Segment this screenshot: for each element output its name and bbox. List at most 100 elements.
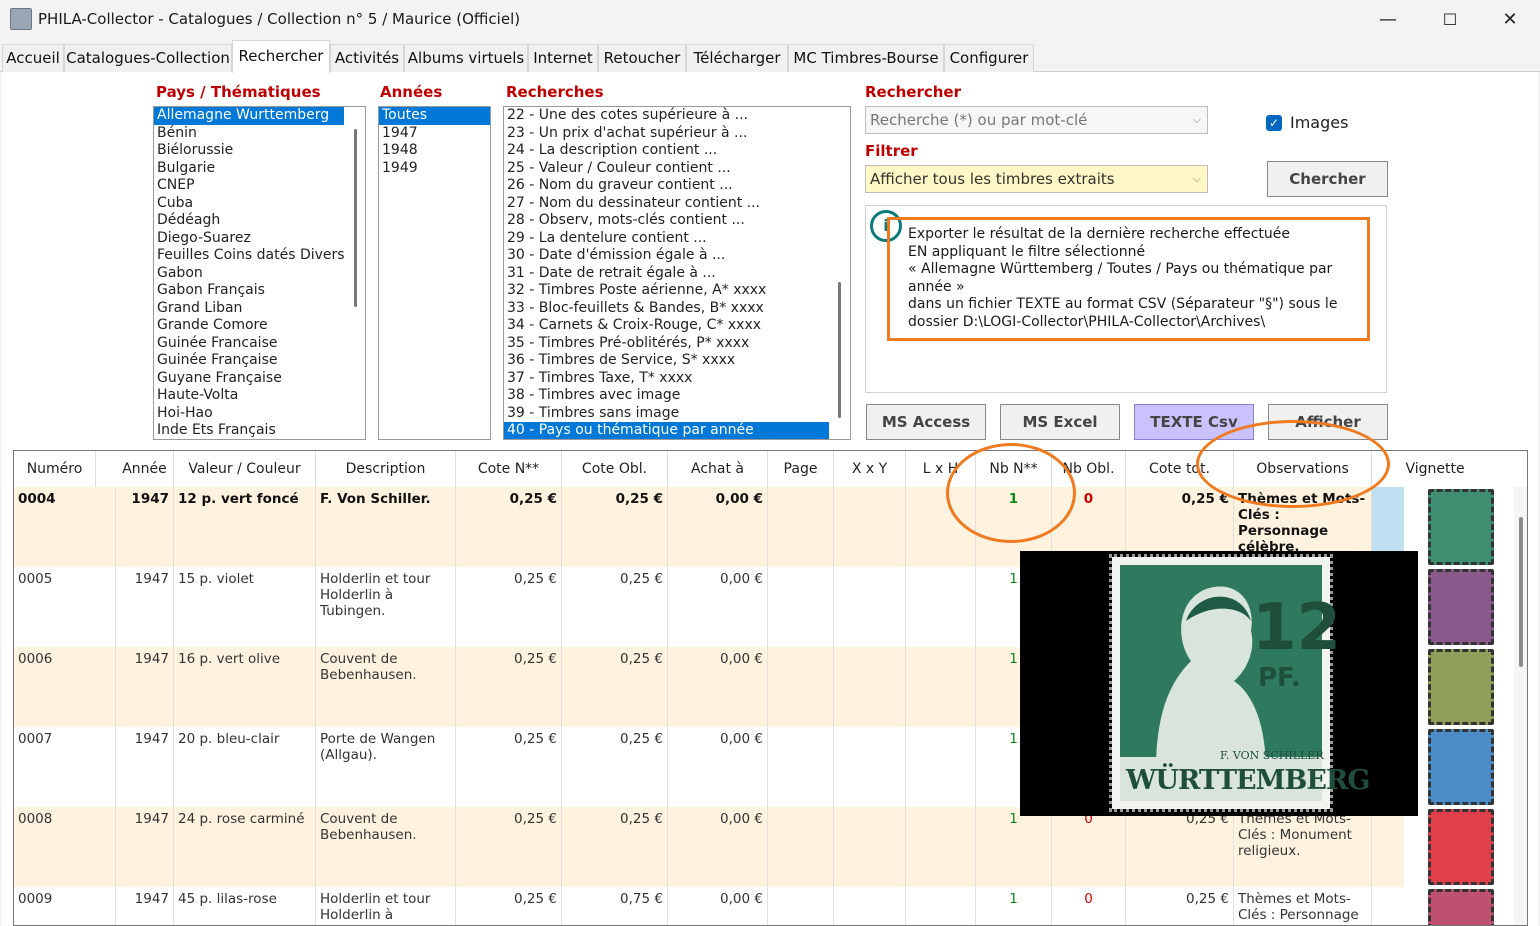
ms-excel-button[interactable]: MS Excel [1000, 404, 1120, 440]
search-input[interactable]: Recherche (*) ou par mot-clé ⌵ [865, 106, 1208, 134]
tab-retoucher[interactable]: Retoucher [598, 44, 686, 72]
list-item[interactable]: 35 - Timbres Pré-oblitérés, P* xxxx [504, 335, 850, 353]
list-item[interactable]: Gabon [154, 265, 365, 283]
col-header-valeur[interactable]: Valeur / Couleur [174, 451, 316, 487]
tab-albums[interactable]: Albums virtuels [404, 44, 528, 72]
list-item[interactable]: Guyane Française [154, 370, 365, 388]
list-item[interactable]: Guinée Francaise [154, 335, 365, 353]
grid-scrollbar-thumb[interactable] [1519, 517, 1523, 667]
col-header-description[interactable]: Description [316, 451, 456, 487]
pays-listbox[interactable]: Allemagne Wurttemberg Bénin Biélorussie … [153, 106, 366, 440]
list-item[interactable]: Guinée Française [154, 352, 365, 370]
list-item[interactable]: 1947 [379, 125, 490, 143]
col-header-vignette[interactable]: Vignette [1372, 451, 1498, 487]
col-header-cote-n[interactable]: Cote N** [456, 451, 562, 487]
cell-cote-obl: 0,25 € [562, 807, 668, 887]
stamp-thumbnail[interactable] [1428, 649, 1494, 725]
list-item[interactable]: 25 - Valeur / Couleur contient ... [504, 160, 850, 178]
minimize-button[interactable]: — [1368, 4, 1408, 36]
list-item[interactable]: 24 - La description contient ... [504, 142, 850, 160]
list-item[interactable]: 22 - Une des cotes supérieure à ... [504, 107, 850, 125]
maximize-button[interactable]: ☐ [1430, 4, 1470, 36]
list-item[interactable]: 29 - La dentelure contient ... [504, 230, 850, 248]
filter-select[interactable]: Afficher tous les timbres extraits ⌵ [865, 165, 1208, 193]
list-item[interactable]: 38 - Timbres avec image [504, 387, 850, 405]
col-header-numero[interactable]: Numéro [14, 451, 96, 487]
highlight-ellipse-observations [1196, 420, 1390, 508]
list-item[interactable]: 23 - Un prix d'achat supérieur à ... [504, 125, 850, 143]
cell-cote-n: 0,25 € [456, 887, 562, 925]
list-item[interactable]: Biélorussie [154, 142, 365, 160]
tab-configurer[interactable]: Configurer [944, 44, 1034, 72]
grid-scrollbar[interactable] [1514, 487, 1527, 925]
cell-cote-n: 0,25 € [456, 727, 562, 807]
list-item[interactable]: 39 - Timbres sans image [504, 405, 850, 423]
stamp-thumbnail[interactable] [1428, 489, 1494, 565]
stamp-thumbnail[interactable] [1428, 809, 1494, 885]
stamp-thumbnail[interactable] [1428, 569, 1494, 645]
chevron-down-icon[interactable]: ⌵ [1193, 166, 1201, 192]
tab-accueil[interactable]: Accueil [2, 44, 64, 72]
tab-internet[interactable]: Internet [528, 44, 598, 72]
close-button[interactable]: ✕ [1490, 4, 1530, 36]
info-line: dossier D:\LOGI-Collector\PHILA-Collecto… [908, 313, 1266, 330]
list-item[interactable]: CNEP [154, 177, 365, 195]
list-item[interactable]: Bulgarie [154, 160, 365, 178]
chercher-button[interactable]: Chercher [1267, 161, 1388, 197]
list-item[interactable]: Hoi-Hao [154, 405, 365, 423]
list-item[interactable]: Bénin [154, 125, 365, 143]
annees-listbox[interactable]: Toutes 1947 1948 1949 [378, 106, 491, 440]
list-item[interactable]: Grand Liban [154, 300, 365, 318]
list-item[interactable]: Feuilles Coins datés Divers [154, 247, 365, 265]
list-item[interactable]: 40 - Pays ou thématique par année [504, 422, 829, 439]
col-header-page[interactable]: Page [768, 451, 834, 487]
tab-catalogues[interactable]: Catalogues-Collection [64, 44, 232, 72]
list-item[interactable]: 30 - Date d'émission égale à ... [504, 247, 850, 265]
list-item[interactable]: Haute-Volta [154, 387, 365, 405]
list-item[interactable]: 26 - Nom du graveur contient ... [504, 177, 850, 195]
list-item[interactable]: Gabon Français [154, 282, 365, 300]
list-item[interactable]: 1949 [379, 160, 490, 178]
chevron-down-icon[interactable]: ⌵ [1193, 107, 1201, 133]
cell-nb-obl: 0 [1052, 887, 1126, 925]
list-item[interactable]: 36 - Timbres de Service, S* xxxx [504, 352, 850, 370]
cell-x-y [834, 647, 906, 727]
list-item[interactable]: Toutes [379, 107, 490, 125]
recherches-scrollbar[interactable] [838, 282, 841, 418]
tab-telecharger[interactable]: Télécharger [686, 44, 788, 72]
list-item[interactable]: 27 - Nom du dessinateur contient ... [504, 195, 850, 213]
table-row[interactable]: 0009 1947 45 p. lilas-rose Holderlin et … [14, 887, 1404, 925]
list-item[interactable]: 32 - Timbres Poste aérienne, A* xxxx [504, 282, 850, 300]
col-header-achat[interactable]: Achat à [668, 451, 768, 487]
tab-mc-timbres[interactable]: MC Timbres-Bourse [788, 44, 944, 72]
list-item[interactable]: 33 - Bloc-feuillets & Bandes, B* xxxx [504, 300, 850, 318]
stamp-thumbnail[interactable] [1428, 729, 1494, 805]
tab-rechercher[interactable]: Rechercher [232, 40, 330, 73]
list-item[interactable]: Inde Ets Français [154, 422, 365, 439]
list-item[interactable]: 28 - Observ, mots-clés contient ... [504, 212, 850, 230]
ms-access-button[interactable]: MS Access [866, 404, 986, 440]
list-item[interactable]: Dédéagh [154, 212, 365, 230]
list-item[interactable]: 37 - Timbres Taxe, T* xxxx [504, 370, 850, 388]
list-item[interactable]: Diego-Suarez [154, 230, 365, 248]
tab-activites[interactable]: Activités [330, 44, 404, 72]
info-line: Exporter le résultat de la dernière rech… [908, 226, 1290, 242]
list-item[interactable]: Grande Comore [154, 317, 365, 335]
images-checkbox[interactable]: ✓ [1266, 115, 1282, 131]
cell-numero: 0006 [14, 647, 116, 727]
cell-l-h [906, 647, 976, 727]
list-item[interactable]: 31 - Date de retrait égale à ... [504, 265, 850, 283]
list-item[interactable]: Cuba [154, 195, 365, 213]
table-row[interactable]: 0008 1947 24 p. rose carminé Couvent de … [14, 807, 1404, 887]
tab-bar: Accueil Catalogues-Collection Rechercher… [0, 40, 1540, 73]
col-header-x-y[interactable]: X x Y [834, 451, 906, 487]
col-header-annee[interactable]: Année [116, 451, 174, 487]
recherches-listbox[interactable]: 22 - Une des cotes supérieure à ... 23 -… [503, 106, 851, 440]
pays-scrollbar[interactable] [354, 129, 357, 307]
stamp-thumbnail[interactable] [1428, 889, 1494, 925]
list-item[interactable]: Allemagne Wurttemberg [154, 107, 344, 125]
recherches-label: Recherches [506, 83, 604, 101]
list-item[interactable]: 1948 [379, 142, 490, 160]
list-item[interactable]: 34 - Carnets & Croix-Rouge, C* xxxx [504, 317, 850, 335]
col-header-cote-obl[interactable]: Cote Obl. [562, 451, 668, 487]
